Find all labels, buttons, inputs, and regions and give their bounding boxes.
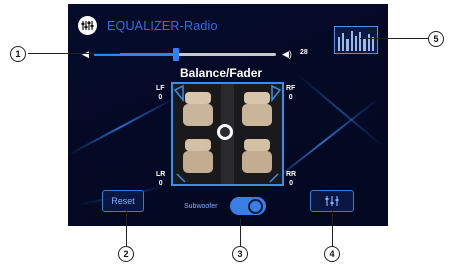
callout-3: 3 [232, 246, 248, 262]
callout-leader-2 [126, 211, 127, 246]
equalizer-screen: EQUALIZER-Radio ◀ ◀) 28 Balance/Fader LF… [68, 4, 388, 226]
speaker-right-icon: ◀) [282, 49, 292, 59]
background-streak [68, 97, 175, 156]
screen-title: EQUALIZER-Radio [107, 18, 218, 33]
callout-5: 5 [428, 31, 444, 47]
subwoofer-toggle[interactable] [230, 197, 266, 215]
callout-leader-1 [28, 53, 120, 54]
reset-button[interactable]: Reset [102, 190, 144, 212]
corner-lf: LF 0 [156, 84, 165, 102]
eq-thumbnail-bar [359, 32, 362, 51]
background-streak [297, 74, 383, 147]
eq-thumbnail-bar [371, 37, 374, 51]
eq-thumbnail-bar [354, 36, 358, 51]
front-left-seat [183, 92, 213, 126]
corner-rr: RR 0 [286, 170, 296, 188]
speaker-left-icon: ◀ [82, 49, 89, 59]
rr-label: RR [286, 171, 297, 178]
lr-label: LR [156, 171, 166, 178]
balance-fader-position-marker[interactable] [217, 124, 233, 140]
background-streak [267, 98, 379, 186]
volume-value: 28 [300, 49, 308, 56]
corner-rf: RF 0 [286, 84, 295, 102]
rf-value: 0 [288, 94, 293, 101]
equalizer-icon[interactable] [78, 16, 97, 35]
toggle-knob [248, 199, 263, 214]
volume-thumb[interactable] [172, 48, 179, 61]
balance-fader-title: Balance/Fader [180, 66, 263, 80]
eq-thumbnail-bar [346, 39, 349, 51]
callout-leader-5 [360, 38, 430, 39]
equalizer-settings-button[interactable] [310, 190, 354, 212]
corner-lr: LR 0 [156, 170, 165, 188]
callout-leader-4 [332, 211, 333, 246]
rr-value: 0 [289, 180, 294, 187]
callout-leader-3 [240, 218, 241, 246]
title-bar: EQUALIZER-Radio [78, 16, 218, 35]
lf-value: 0 [158, 94, 163, 101]
callout-2: 2 [118, 246, 134, 262]
rear-right-seat [242, 139, 272, 173]
eq-thumbnail-bar [350, 31, 353, 51]
equalizer-thumbnail[interactable] [334, 26, 378, 54]
eq-thumbnail-bar [367, 34, 370, 51]
lr-value: 0 [158, 180, 163, 187]
volume-track[interactable] [94, 48, 276, 61]
eq-thumbnail-bar [338, 37, 341, 51]
front-right-seat [242, 92, 272, 126]
callout-1: 1 [10, 46, 26, 62]
rear-left-seat [183, 139, 213, 173]
eq-thumbnail-bar [363, 38, 366, 51]
rf-label: RF [286, 85, 296, 92]
equalizer-sliders-icon [325, 196, 339, 206]
lf-label: LF [156, 85, 165, 92]
volume-slider[interactable]: ◀ ◀) 28 [82, 48, 322, 61]
subwoofer-label: Subwoofer [184, 203, 218, 210]
callout-4: 4 [324, 246, 340, 262]
eq-thumbnail-bar [342, 33, 345, 51]
